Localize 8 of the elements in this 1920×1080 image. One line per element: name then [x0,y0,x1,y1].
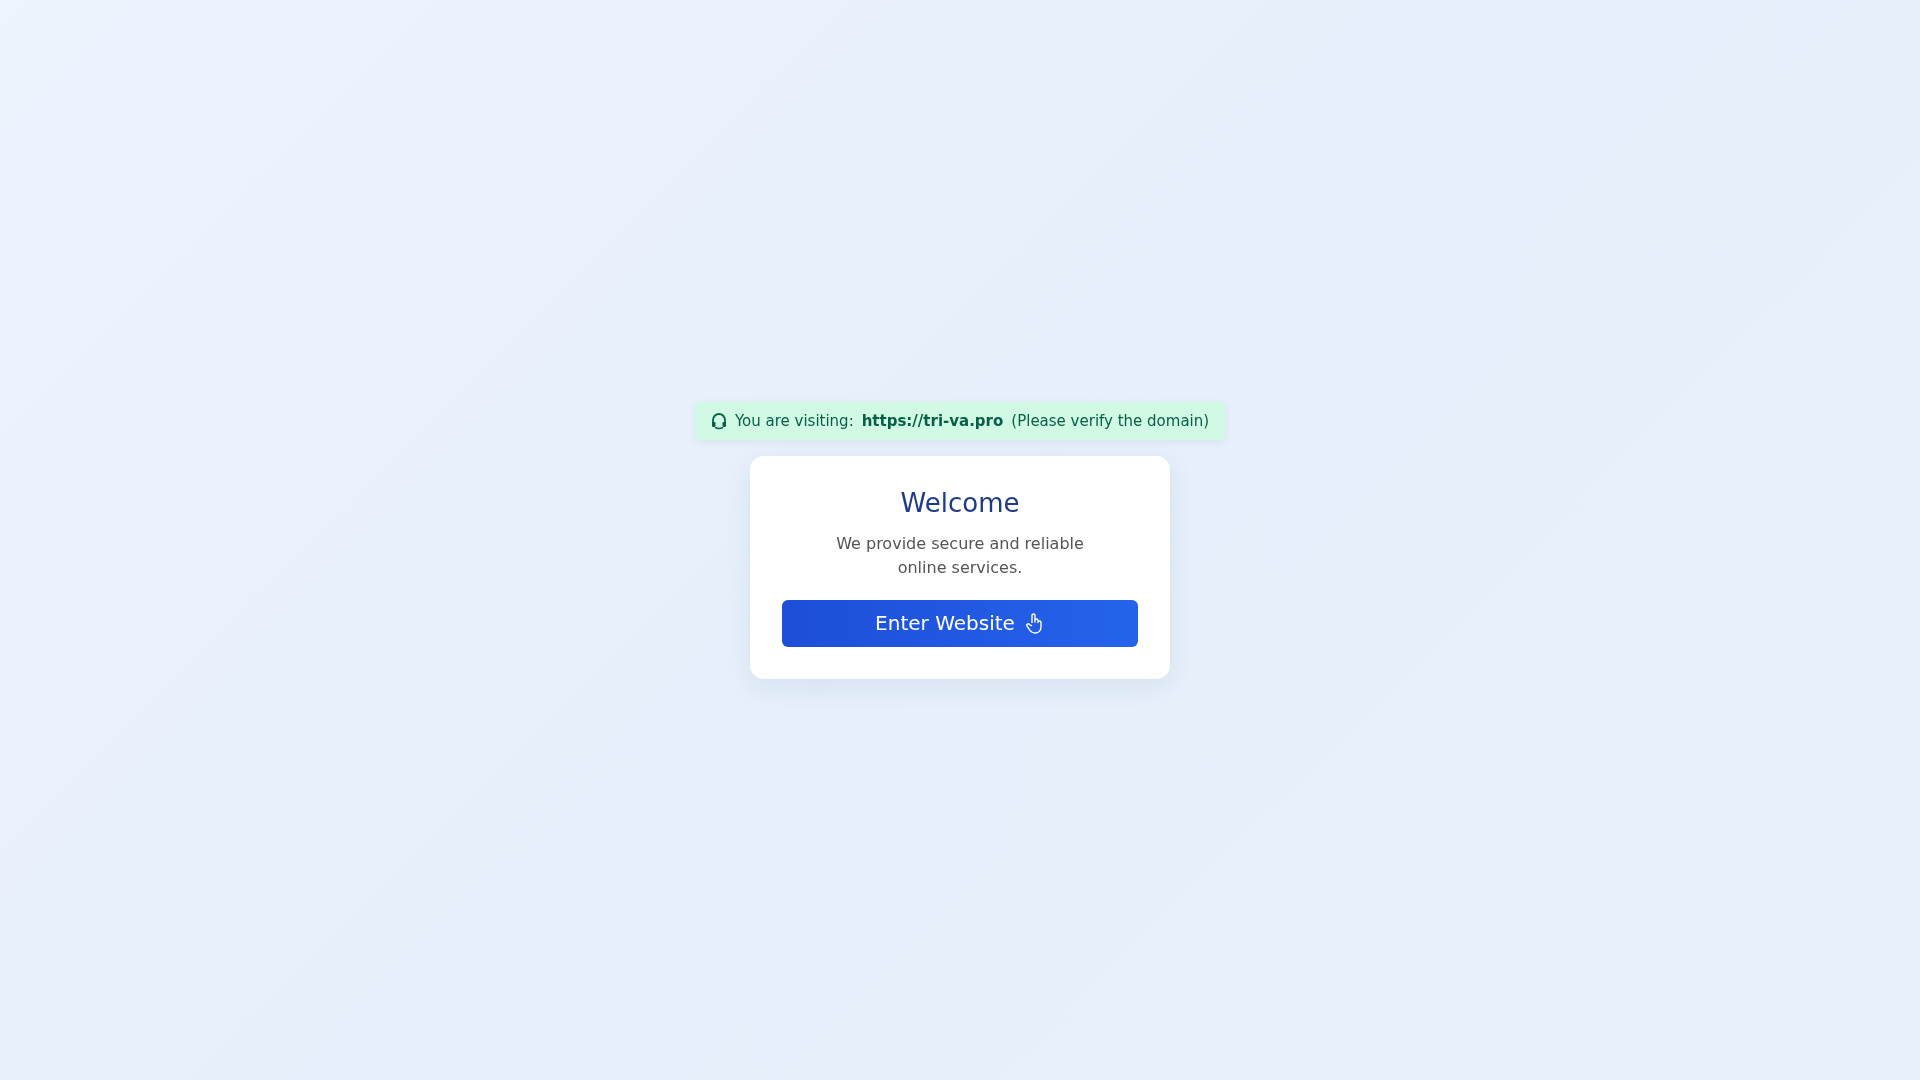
enter-website-button[interactable]: Enter Website [782,599,1138,647]
verify-note: (Please verify the domain) [1011,411,1210,430]
pointing-hand-icon [1024,612,1045,634]
banner-label: You are visiting: [734,411,854,430]
domain-url: https://tri-va.pro [861,411,1004,430]
headset-icon [710,411,727,430]
card-description: We provide secure and reliable online services. [835,532,1085,579]
card-title: Welcome [899,487,1021,518]
